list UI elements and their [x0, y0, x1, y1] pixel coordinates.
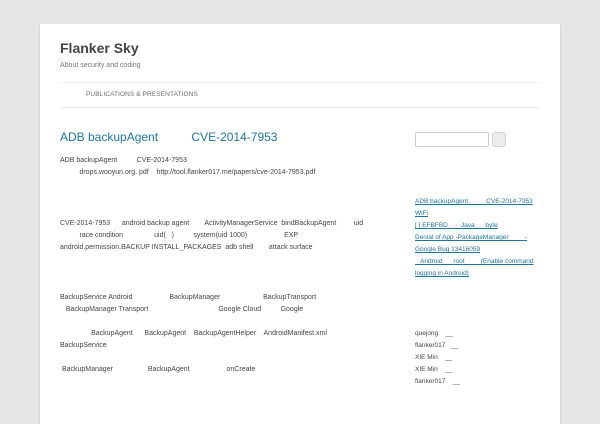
- post-title[interactable]: ADB backupAgent CVE-2014-7953: [60, 130, 277, 144]
- post-paragraph: ADB backupAgent CVE-2014-7953: [60, 157, 187, 164]
- recent-post-link[interactable]: WiFi: [415, 210, 428, 217]
- recent-comment[interactable]: flanker017 __: [415, 342, 458, 349]
- post-paragraph: race condition uid( ) system(uid 1000) E…: [60, 232, 299, 239]
- post-paragraph: BackupAgent BackupAgent BackupAgentHelpe…: [60, 330, 327, 337]
- recent-post-link[interactable]: Denial of App -PackageManager -: [415, 234, 527, 241]
- post-paragraph: android.permission.BACKUP INSTALL_PACKAG…: [60, 244, 313, 251]
- nav-item-publications[interactable]: PUBLICATIONS & PRESENTATIONS: [86, 91, 198, 98]
- search-input[interactable]: [415, 132, 489, 147]
- recent-comment[interactable]: flanker017 __: [415, 378, 460, 385]
- recent-comment[interactable]: XIE Min __: [415, 354, 452, 361]
- recent-post-link[interactable]: logging in Android): [415, 270, 469, 277]
- site-description: About security and coding: [60, 62, 141, 69]
- site-title[interactable]: Flanker Sky: [60, 40, 139, 56]
- post-paragraph: drops.wooyun.org. pdf http://tool.flanke…: [60, 169, 316, 176]
- recent-comment[interactable]: XIE Min __: [415, 366, 452, 373]
- post-paragraph: BackupManager Transport Google Cloud Goo…: [60, 306, 304, 313]
- recent-post-link[interactable]: [ ] EFBFBD - Java byte: [415, 222, 498, 229]
- recent-post-link[interactable]: ADB backupAgent CVE-2014-7953: [415, 198, 533, 205]
- post-paragraph: CVE-2014-7953 android backup agent Activ…: [60, 220, 364, 227]
- post-paragraph: BackupService Android BackupManager Back…: [60, 294, 317, 301]
- main-navigation: PUBLICATIONS & PRESENTATIONS: [60, 82, 540, 108]
- post-paragraph: BackupManager BackupAgent onCreate: [60, 366, 256, 373]
- page-container: Flanker Sky About security and coding PU…: [40, 24, 560, 424]
- recent-post-link[interactable]: Google Bug 13416059: [415, 246, 480, 253]
- recent-comment[interactable]: quejong __: [415, 330, 453, 337]
- recent-post-link[interactable]: Android root (Enable command: [415, 258, 533, 265]
- post-paragraph: BackupService: [60, 342, 107, 349]
- search-button[interactable]: [492, 132, 506, 147]
